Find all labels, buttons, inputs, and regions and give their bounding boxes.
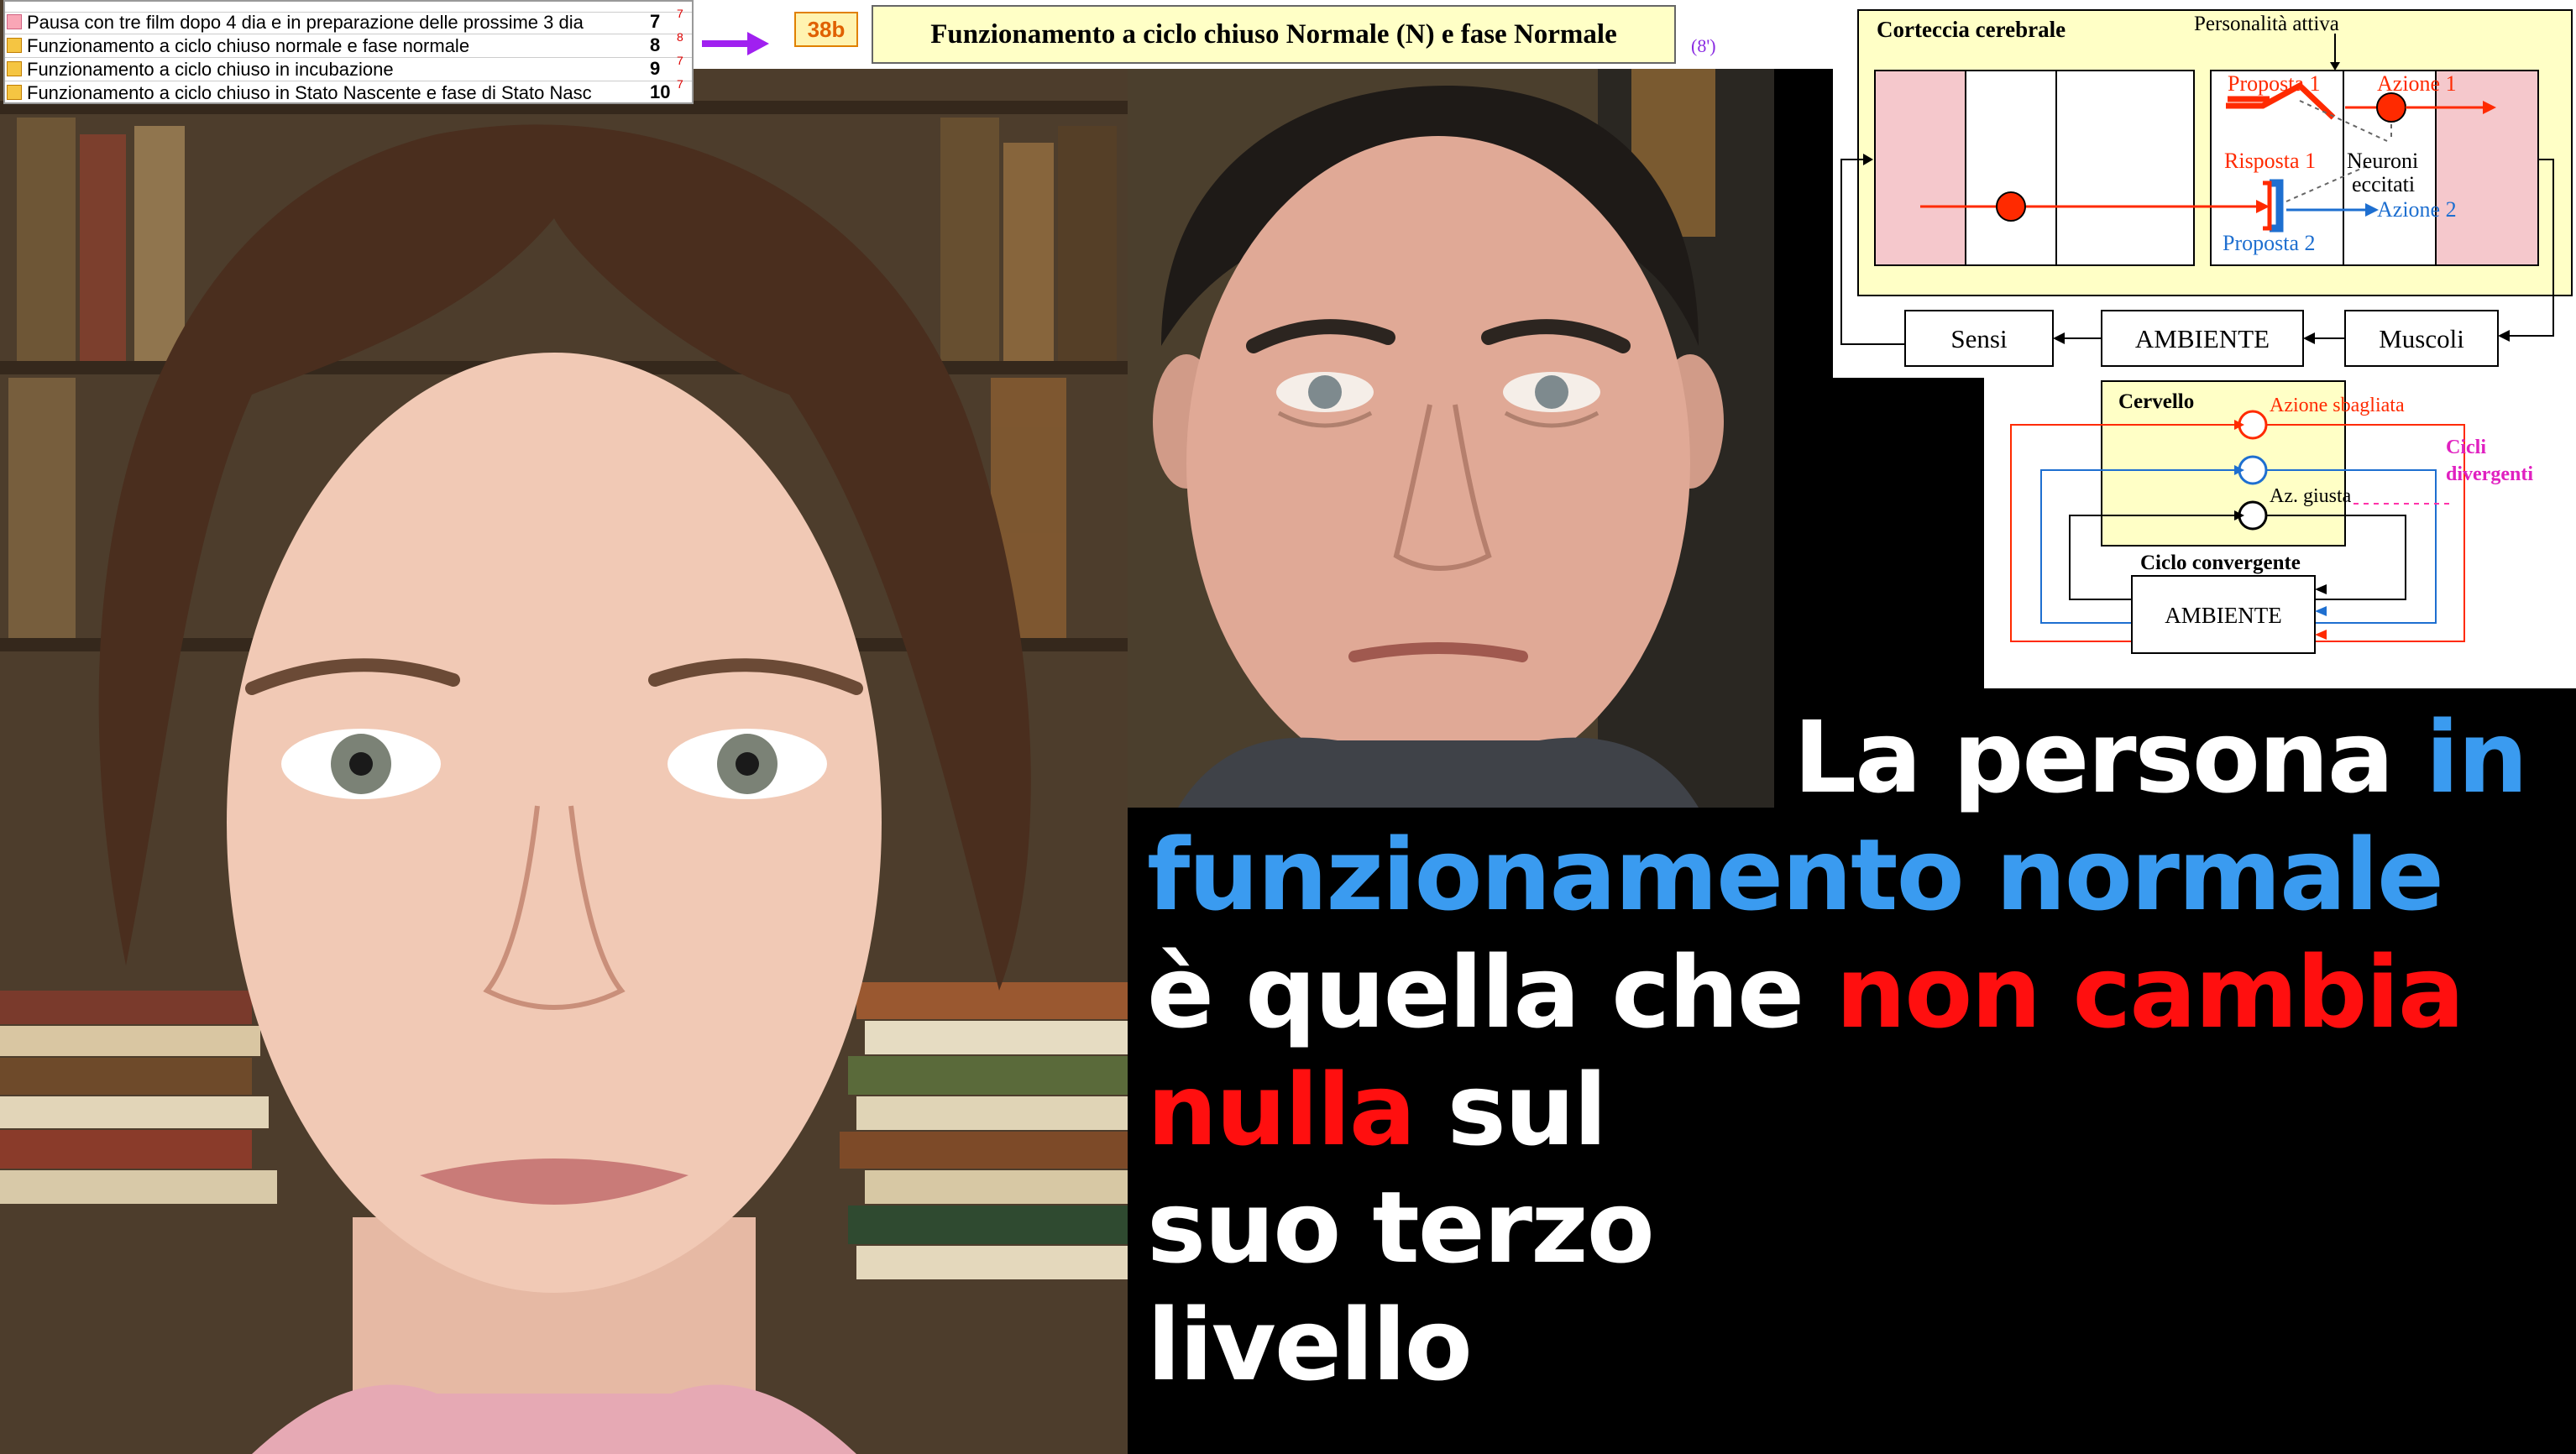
row-sup: 7: [677, 77, 683, 91]
row-number: 7: [650, 11, 661, 32]
row-title: Funzionamento a ciclo chiuso in Stato Na…: [27, 82, 592, 103]
slide-title: Funzionamento a ciclo chiuso Normale (N)…: [872, 5, 1676, 64]
right-action-label: Az. giusta: [2270, 485, 2352, 507]
woman-portrait-illustration: [0, 0, 1128, 1454]
senses-box: Sensi: [1950, 324, 2008, 353]
headline-line-5: suo terzo: [1147, 1169, 1655, 1286]
woman-photo: [0, 0, 1128, 1454]
headline-text: livello: [1147, 1287, 1473, 1403]
right-arrow-icon: [702, 32, 769, 55]
lesson-index-table: Pausa con tre film dopo 4 dia e in prepa…: [3, 0, 694, 104]
table-row[interactable]: Funzionamento a ciclo chiuso in Stato Na…: [5, 77, 692, 104]
row-title: Pausa con tre film dopo 4 dia e in prepa…: [27, 12, 584, 33]
man-photo: [1128, 69, 1774, 808]
headline-text: sul: [1414, 1052, 1608, 1168]
convergent-cycle-diagram: Cervello Azione sbagliata Az. giusta Cic…: [1984, 378, 2576, 688]
headline-line-3: è quella che non cambia: [1147, 934, 2465, 1051]
convergent-label: Ciclo convergente: [2140, 552, 2301, 574]
table-row[interactable]: Pausa con tre film dopo 4 dia e in prepa…: [5, 7, 692, 34]
row-marker-icon: [7, 38, 22, 53]
headline-line-2: funzionamento normale: [1147, 816, 2444, 934]
row-marker-icon: [7, 85, 22, 100]
row-sup: 8: [677, 30, 683, 44]
muscles-box: Muscoli: [2379, 324, 2464, 353]
row-number: 8: [650, 34, 661, 55]
row-number: 10: [650, 81, 671, 102]
headline-text-alert: non cambia: [1835, 934, 2464, 1050]
row-title: Funzionamento a ciclo chiuso normale e f…: [27, 35, 470, 56]
row-sup: 7: [677, 54, 683, 67]
headline-text-highlight: in: [2425, 699, 2528, 815]
divergent-label-2: divergenti: [2446, 463, 2533, 485]
headline-line-4: nulla sul: [1147, 1051, 1608, 1169]
neurons-label-1: Neuroni: [2347, 149, 2418, 173]
divergent-label-1: Cicli: [2446, 437, 2486, 458]
cortex-loop-diagram: Corteccia cerebrale Personalità attiva P…: [1833, 0, 2576, 378]
headline-line-6: livello: [1147, 1286, 1473, 1404]
headline-text: è quella che: [1147, 934, 1836, 1050]
headline-text-alert: nulla: [1147, 1052, 1416, 1168]
proposal2-label: Proposta 2: [2223, 231, 2316, 255]
environment-box: AMBIENTE: [2135, 324, 2270, 353]
environment-box-bottom: AMBIENTE: [2165, 603, 2281, 628]
headline-text: suo terzo: [1147, 1169, 1655, 1285]
response1-label: Risposta 1: [2224, 149, 2316, 173]
row-number: 9: [650, 58, 661, 79]
action1-label: Azione 1: [2377, 71, 2457, 96]
row-marker-icon: [7, 61, 22, 76]
headline-line-1: La persona in: [1793, 698, 2528, 816]
row-sup: 7: [677, 7, 683, 20]
table-row[interactable]: Funzionamento a ciclo chiuso in incubazi…: [5, 54, 692, 81]
table-row[interactable]: Funzionamento a ciclo chiuso normale e f…: [5, 30, 692, 58]
neurons-label-2: eccitati: [2352, 172, 2415, 196]
action2-label: Azione 2: [2377, 197, 2457, 222]
slide-number-badge: 38b: [794, 12, 858, 47]
row-title: Funzionamento a ciclo chiuso in incubazi…: [27, 59, 394, 80]
headline-text-highlight: funzionamento normale: [1147, 817, 2444, 933]
headline-text: La persona: [1793, 699, 2426, 815]
row-marker-icon: [7, 14, 22, 29]
man-portrait-illustration: [1128, 69, 1774, 808]
proposal1-label: Proposta 1: [2228, 71, 2321, 96]
duration-label: (8'): [1691, 35, 1716, 56]
cortex-label: Corteccia cerebrale: [1877, 17, 2066, 42]
personality-label: Personalità attiva: [2194, 13, 2339, 35]
wrong-action-label: Azione sbagliata: [2270, 395, 2405, 416]
brain-label: Cervello: [2118, 390, 2194, 413]
